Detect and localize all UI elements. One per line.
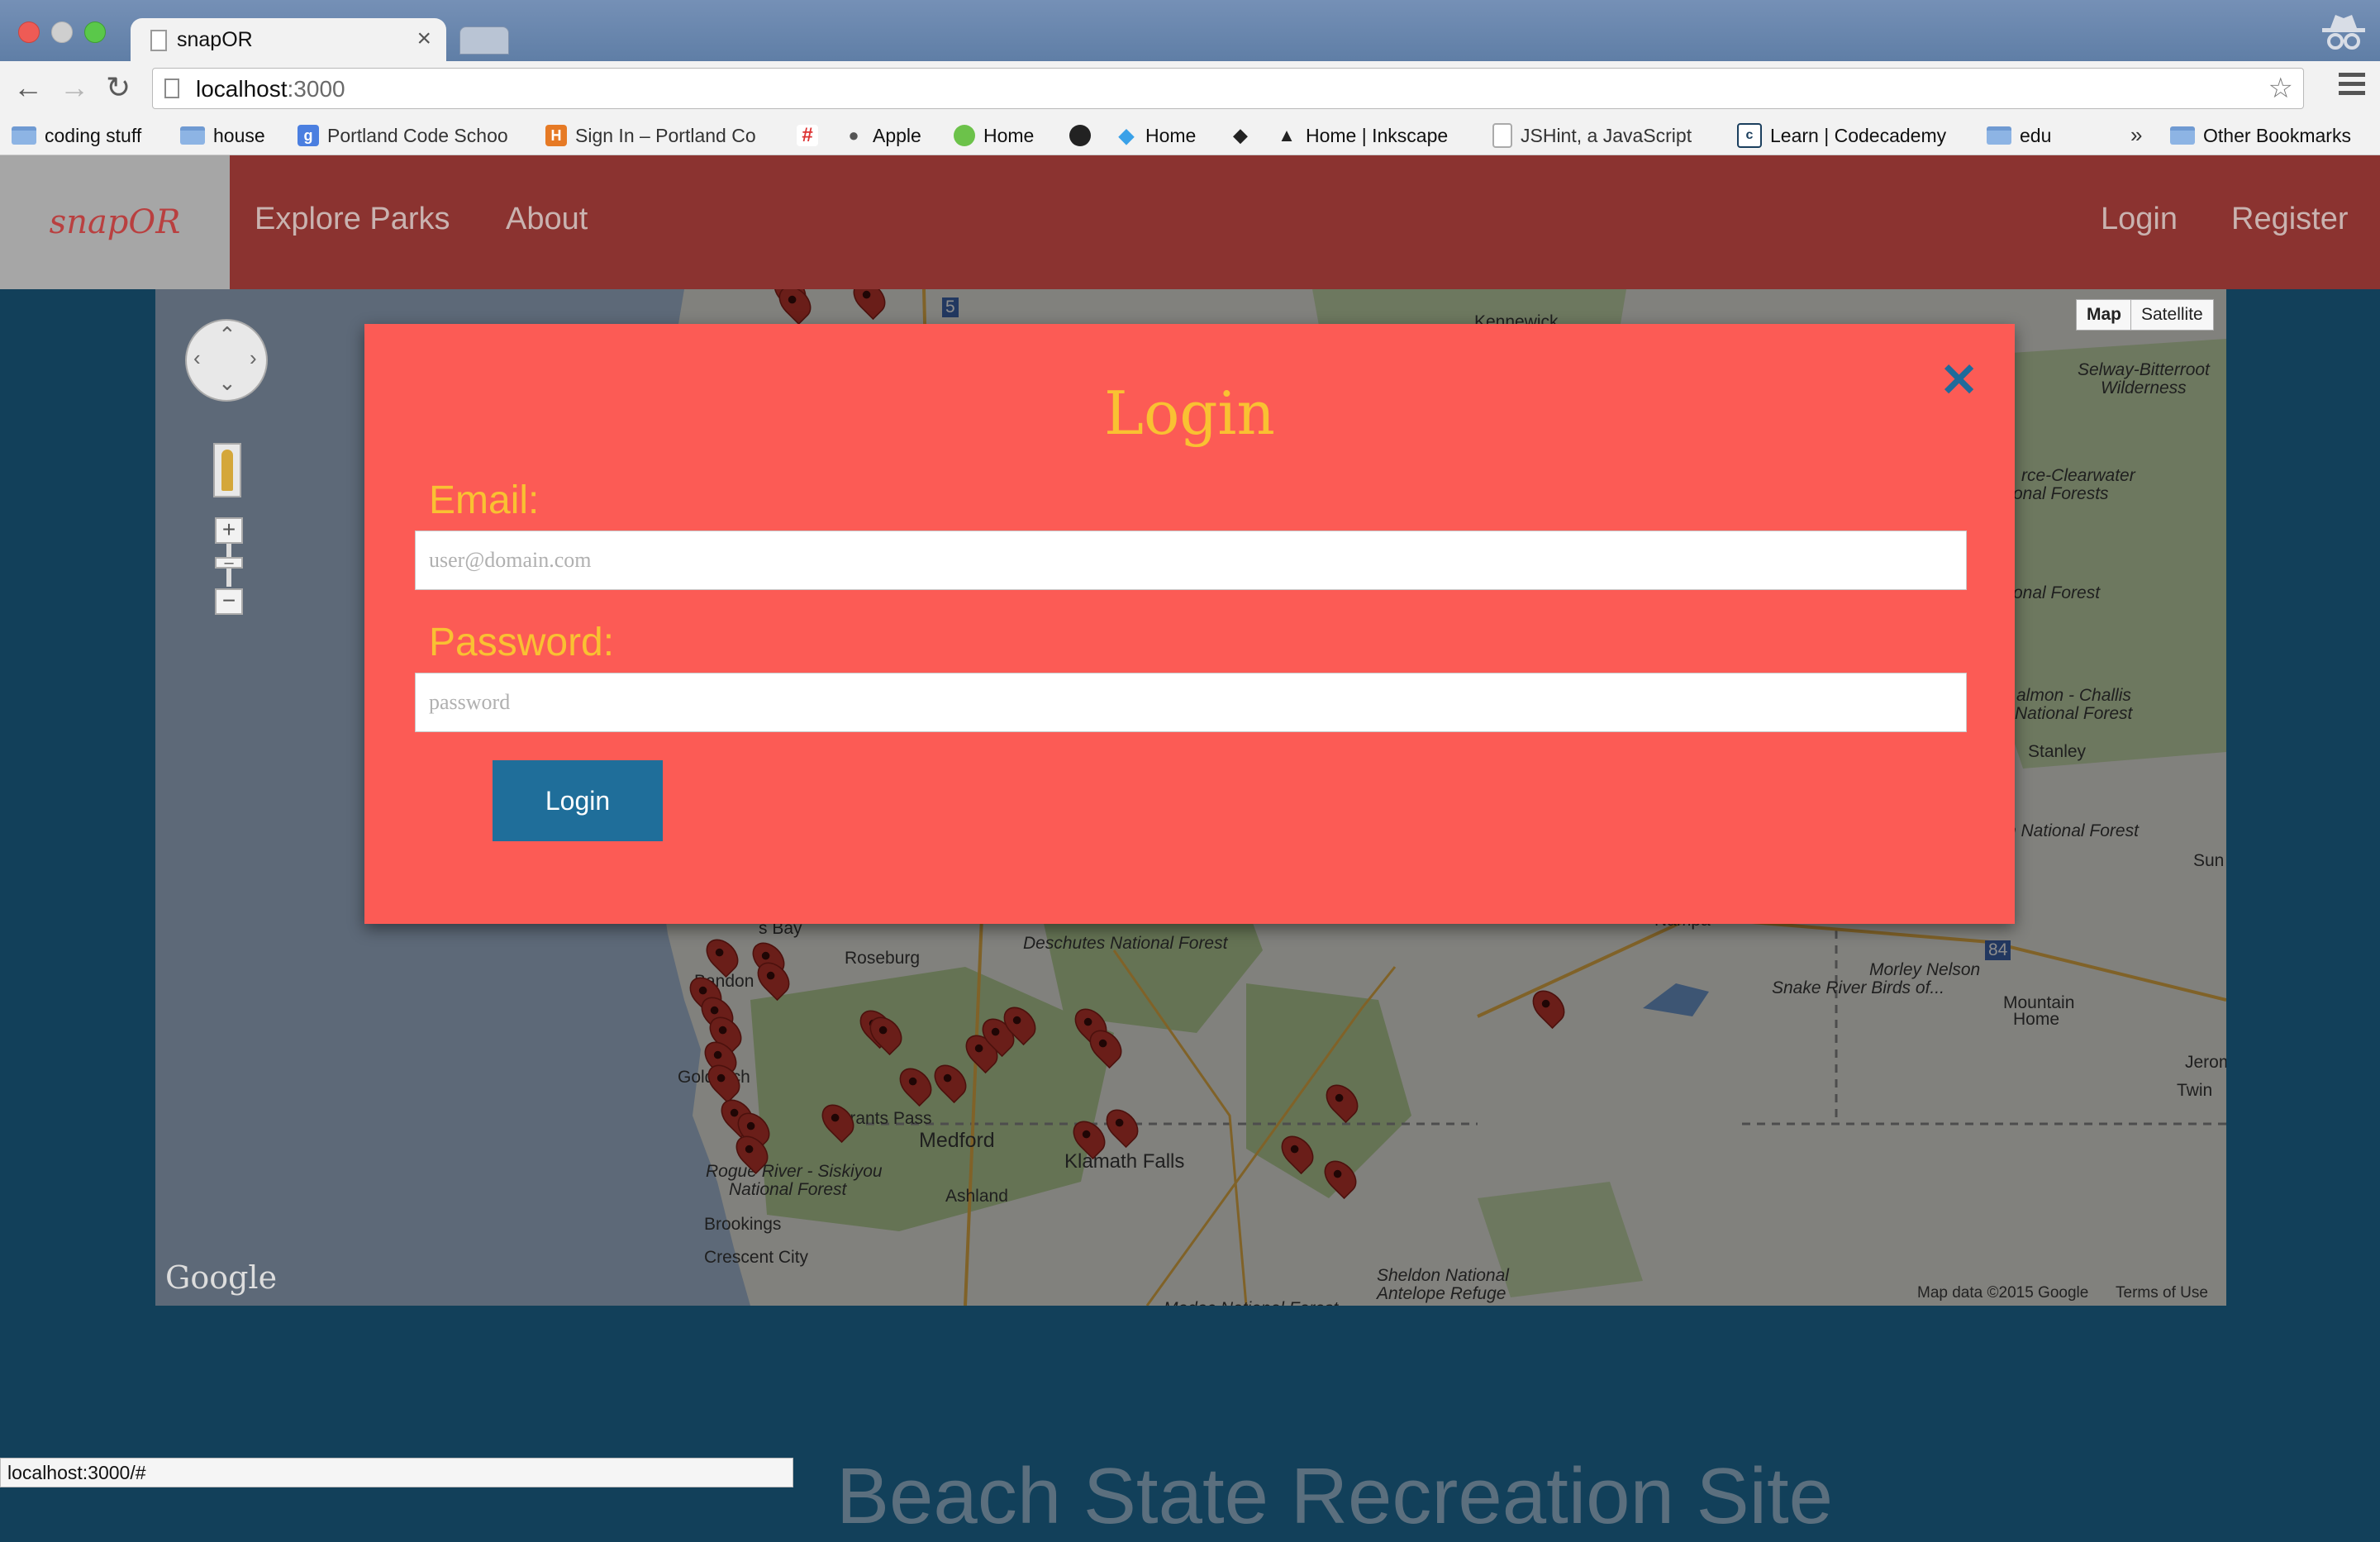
browser-tab[interactable]: snapOR × bbox=[131, 18, 446, 63]
apple-icon: ● bbox=[848, 125, 859, 145]
slack-icon: # bbox=[797, 124, 818, 146]
bookmark-label: Apple bbox=[873, 124, 921, 146]
diamond-icon: ◆ bbox=[1233, 125, 1248, 145]
bookmark-label: JSHint, a JavaScript bbox=[1521, 124, 1692, 146]
modal-title: Login bbox=[1104, 378, 1275, 448]
bookmark-label: Home | Inkscape bbox=[1306, 124, 1449, 146]
street-view-pegman-icon[interactable] bbox=[213, 443, 241, 497]
chevron-up-icon[interactable]: ⌃ bbox=[218, 322, 236, 348]
forward-arrow-icon[interactable]: → bbox=[60, 71, 89, 104]
address-url[interactable]: localhost:3000 bbox=[196, 76, 345, 102]
window-close-button[interactable] bbox=[18, 21, 40, 43]
zoom-in-button[interactable]: + bbox=[215, 517, 243, 544]
bookmark-label: Other Bookmarks bbox=[2203, 124, 2351, 146]
back-arrow-icon[interactable]: ← bbox=[13, 71, 43, 104]
bookmark-star-icon[interactable]: ☆ bbox=[2268, 72, 2293, 105]
github-icon bbox=[1069, 125, 1091, 146]
tab-close-icon[interactable]: × bbox=[416, 25, 431, 53]
google-icon: g bbox=[298, 125, 319, 146]
browser-titlebar: snapOR × bbox=[0, 0, 2380, 63]
bookmark-home-twitter[interactable]: ◆ Home bbox=[1116, 121, 1197, 150]
nav-about[interactable]: About bbox=[506, 202, 588, 237]
section-title: Beach State Recreation Site bbox=[836, 1452, 1834, 1540]
nav-explore-parks[interactable]: Explore Parks bbox=[255, 202, 450, 237]
address-bar[interactable]: localhost:3000 ☆ bbox=[152, 68, 2304, 109]
reload-icon[interactable]: ↻ bbox=[106, 71, 131, 104]
page-icon bbox=[150, 30, 167, 51]
folder-icon bbox=[12, 126, 36, 145]
bookmark-other-bookmarks[interactable]: Other Bookmarks bbox=[2170, 121, 2351, 150]
chevron-down-icon[interactable]: ⌄ bbox=[218, 370, 236, 396]
folder-icon bbox=[180, 126, 205, 145]
chevron-right-icon[interactable]: › bbox=[250, 345, 257, 371]
map-terms-link[interactable]: Terms of Use bbox=[2116, 1284, 2208, 1302]
bookmark-coding-stuff[interactable]: coding stuff bbox=[12, 121, 141, 150]
email-field[interactable] bbox=[415, 531, 1967, 590]
bookmarks-bar: coding stuff house g Portland Code Schoo… bbox=[0, 116, 2380, 155]
map-pan-control[interactable]: ⌃ ⌄ ‹ › bbox=[185, 319, 268, 402]
bookmark-label: house bbox=[213, 124, 265, 146]
new-tab-button[interactable] bbox=[459, 26, 509, 55]
chevron-left-icon[interactable]: ‹ bbox=[193, 345, 201, 371]
bookmark-label: coding stuff bbox=[45, 124, 142, 146]
bookmark-codecademy[interactable]: c Learn | Codecademy bbox=[1737, 121, 1946, 150]
nav-register[interactable]: Register bbox=[2231, 202, 2349, 237]
brand-logo[interactable]: snapOR bbox=[0, 155, 230, 289]
map-type-satellite-button[interactable]: Satellite bbox=[2130, 299, 2214, 331]
page-icon bbox=[164, 79, 179, 98]
twitter-icon: ◆ bbox=[1118, 124, 1135, 147]
nav-login[interactable]: Login bbox=[2101, 202, 2178, 237]
bookmark-portland-code-school[interactable]: g Portland Code Schoo bbox=[298, 121, 508, 150]
tab-title: snapOR bbox=[177, 28, 253, 51]
bookmark-house[interactable]: house bbox=[180, 121, 265, 150]
bookmark-edu[interactable]: edu bbox=[1987, 121, 2051, 150]
codecademy-icon: c bbox=[1737, 123, 1762, 148]
bookmark-label: Portland Code Schoo bbox=[327, 124, 508, 146]
bookmark-label: Home bbox=[983, 124, 1035, 146]
folder-icon bbox=[1987, 126, 2011, 145]
login-modal: ✕ Login Email: Password: Login bbox=[364, 324, 2015, 924]
menu-icon[interactable] bbox=[2339, 73, 2365, 100]
window-zoom-button[interactable] bbox=[84, 21, 106, 43]
google-logo: Google bbox=[165, 1259, 278, 1296]
inkscape-icon: ▲ bbox=[1278, 125, 1296, 145]
bookmark-home-meteor[interactable]: Home bbox=[954, 121, 1034, 150]
map-type-map-button[interactable]: Map bbox=[2076, 299, 2132, 331]
bookmark-label: Learn | Codecademy bbox=[1770, 124, 1947, 146]
folder-icon bbox=[2170, 126, 2195, 145]
site-navbar: snapOR Explore Parks About Login Registe… bbox=[0, 155, 2380, 289]
bookmark-slack[interactable]: # bbox=[797, 121, 826, 150]
window-minimize-button[interactable] bbox=[51, 21, 73, 43]
page-icon bbox=[1492, 123, 1512, 148]
zoom-slider-handle[interactable]: – bbox=[215, 554, 243, 571]
bookmark-label: Sign In – Portland Co bbox=[575, 124, 756, 146]
password-field[interactable] bbox=[415, 673, 1967, 732]
browser-status-bar: localhost:3000/# bbox=[0, 1458, 793, 1487]
bookmark-inkscape[interactable]: ▲ Home | Inkscape bbox=[1276, 121, 1448, 150]
bookmark-jshint[interactable]: JSHint, a JavaScript bbox=[1492, 121, 1692, 150]
map-attribution: Map data ©2015 Google bbox=[1917, 1284, 2089, 1302]
login-submit-button[interactable]: Login bbox=[493, 760, 663, 841]
bookmarks-overflow-chevron[interactable]: » bbox=[2130, 122, 2142, 148]
browser-toolbar: ← → ↻ localhost:3000 ☆ bbox=[0, 61, 2380, 116]
bookmark-github[interactable] bbox=[1069, 121, 1099, 150]
incognito-icon bbox=[2322, 15, 2365, 50]
meteor-icon bbox=[954, 125, 975, 146]
bookmark-label: Home bbox=[1145, 124, 1197, 146]
bookmark-label: edu bbox=[2020, 124, 2052, 146]
email-label: Email: bbox=[429, 478, 540, 522]
bookmark-sign-in[interactable]: H Sign In – Portland Co bbox=[545, 121, 756, 150]
zoom-out-button[interactable]: − bbox=[215, 588, 243, 615]
bookmark-apple[interactable]: ● Apple bbox=[843, 121, 921, 150]
h-icon: H bbox=[545, 125, 567, 146]
password-label: Password: bbox=[429, 621, 615, 664]
bookmark-diamond[interactable]: ◆ bbox=[1230, 121, 1259, 150]
